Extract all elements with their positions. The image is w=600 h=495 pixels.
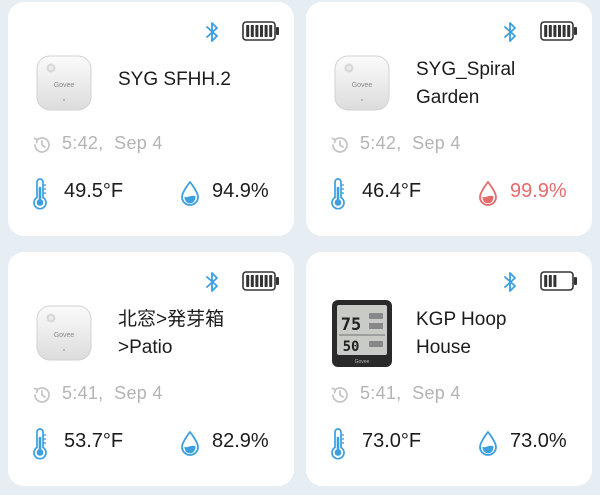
govee-display-sensor-image: 75 50 Govee — [332, 300, 392, 367]
govee-logo-text: Govee — [352, 82, 373, 89]
battery-segment — [269, 275, 273, 287]
bluetooth-icon — [504, 22, 516, 42]
govee-sensor-image: Govee — [36, 305, 92, 361]
display-temp-digits: 75 — [341, 315, 361, 335]
humidity-drop-icon — [181, 431, 199, 456]
device-card[interactable]: Govee 北窓>発芽箱 >Patio 5:41, Sep 4 53.7°F 8… — [8, 252, 294, 486]
humidity-value: 73.0% — [510, 430, 567, 452]
battery-segment — [246, 25, 250, 37]
battery-icon — [540, 21, 577, 41]
thermometer-icon — [33, 428, 47, 460]
temperature-value: 46.4°F — [362, 180, 422, 202]
clock-icon — [33, 387, 50, 403]
bluetooth-icon — [206, 272, 218, 292]
device-name: SYG_Spiral Garden — [416, 59, 516, 108]
humidity-drop-icon — [479, 181, 497, 206]
device-name: 北窓>発芽箱 >Patio — [118, 309, 225, 358]
device-card[interactable]: Govee SYG SFHH.2 5:42, Sep 4 49.5°F 94.9… — [8, 2, 294, 236]
battery-segment — [260, 275, 263, 287]
battery-segment — [558, 25, 561, 37]
battery-segment — [544, 25, 548, 37]
last-update-time: 5:42, Sep 4 — [62, 133, 163, 153]
display-humidity-digits: 50 — [343, 339, 360, 355]
battery-segment — [553, 25, 557, 37]
battery-segment — [250, 275, 254, 287]
battery-icon — [540, 271, 577, 291]
last-update-time: 5:42, Sep 4 — [360, 133, 461, 153]
humidity-value: 82.9% — [212, 430, 269, 452]
temperature-value: 49.5°F — [64, 180, 124, 202]
thermometer-icon — [331, 428, 345, 460]
temperature-value: 73.0°F — [362, 430, 422, 452]
clock-icon — [331, 387, 348, 403]
humidity-drop-icon — [181, 181, 199, 206]
battery-segment — [562, 25, 566, 37]
last-update-time: 5:41, Sep 4 — [62, 383, 163, 403]
govee-logo-text: Govee — [54, 332, 75, 339]
battery-segment — [255, 25, 259, 37]
battery-segment — [264, 25, 268, 37]
humidity-value: 94.9% — [212, 180, 269, 202]
thermometer-icon — [33, 178, 47, 210]
battery-segment — [544, 275, 548, 287]
battery-segment — [567, 25, 571, 37]
last-update-time: 5:41, Sep 4 — [360, 383, 461, 403]
device-card[interactable]: 75 50 Govee KGP Hoop House 5:41, Sep 4 7… — [306, 252, 592, 486]
govee-sensor-image: Govee — [334, 55, 390, 111]
temperature-value: 53.7°F — [64, 430, 124, 452]
device-name: KGP Hoop House — [416, 309, 507, 358]
clock-icon — [331, 137, 348, 153]
battery-segment — [246, 275, 250, 287]
humidity-drop-icon — [479, 431, 497, 456]
humidity-value: 99.9% — [510, 180, 567, 202]
clock-icon — [33, 137, 50, 153]
battery-segment — [260, 25, 263, 37]
battery-segment — [548, 25, 552, 37]
govee-sensor-image: Govee — [36, 55, 92, 111]
govee-logo-text: Govee — [355, 359, 370, 365]
device-card[interactable]: Govee SYG_Spiral Garden 5:42, Sep 4 46.4… — [306, 2, 592, 236]
battery-icon — [242, 271, 279, 291]
thermometer-icon — [331, 178, 345, 210]
battery-segment — [548, 275, 552, 287]
govee-logo-text: Govee — [54, 82, 75, 89]
bluetooth-icon — [206, 22, 218, 42]
device-name: SYG SFHH.2 — [118, 69, 231, 90]
battery-segment — [553, 275, 557, 287]
battery-segment — [255, 275, 259, 287]
bluetooth-icon — [504, 272, 516, 292]
battery-segment — [269, 25, 273, 37]
battery-icon — [242, 21, 279, 41]
battery-segment — [250, 25, 254, 37]
battery-segment — [264, 275, 268, 287]
